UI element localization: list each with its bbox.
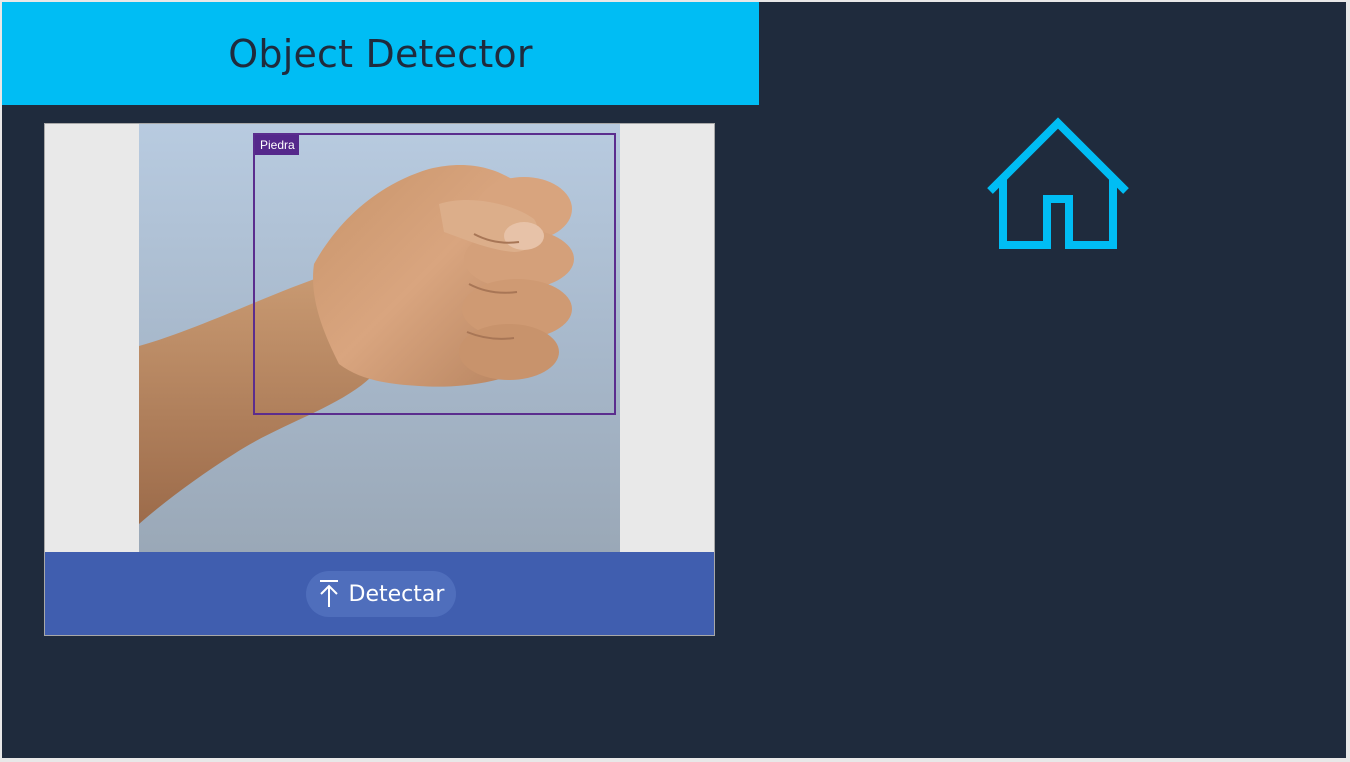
detect-button[interactable]: Detectar [306,571,456,617]
header-bar: Object Detector [2,2,759,105]
app-screen: Object Detector Piedra Detectar [2,2,1346,758]
detect-button-label: Detectar [348,581,445,607]
detection-label: Piedra [255,135,299,155]
action-bar: Detectar [45,552,714,635]
detection-bounding-box: Piedra [253,133,616,415]
upload-arrow-icon [319,580,338,607]
home-icon[interactable] [986,117,1130,253]
page-title: Object Detector [228,31,533,76]
object-detector-control: Piedra Detectar [44,123,715,636]
image-preview: Piedra [45,124,714,552]
